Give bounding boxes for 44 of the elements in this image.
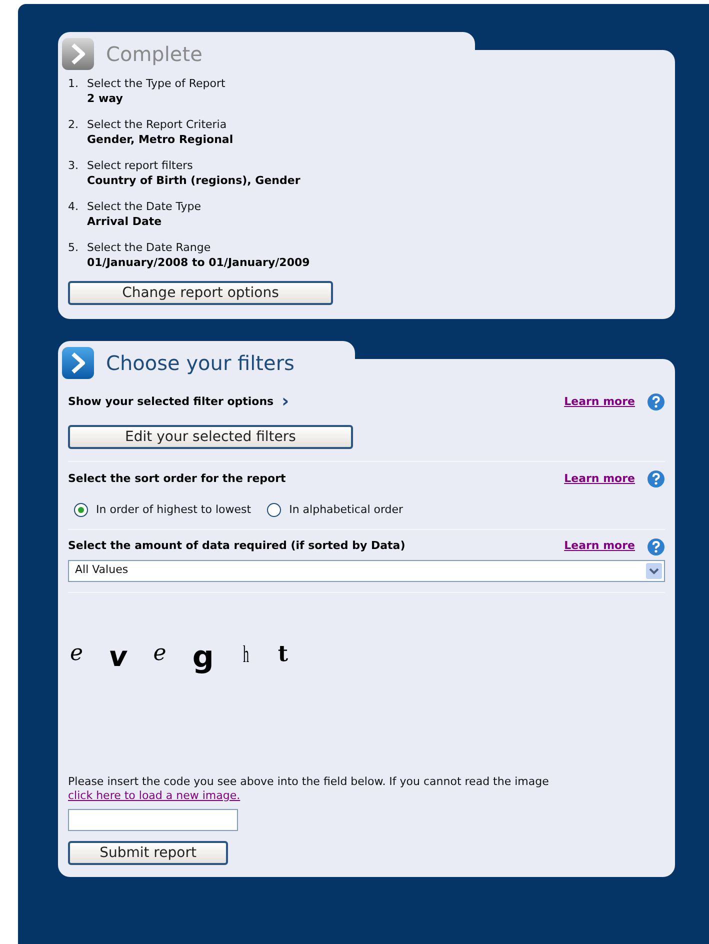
step-label: Select report filters (87, 158, 194, 173)
step-value: Country of Birth (regions), Gender (87, 173, 300, 188)
learn-more-link[interactable]: Learn more (564, 538, 635, 555)
step-label: Select the Report Criteria (87, 117, 228, 132)
captcha-letter: t (278, 642, 288, 664)
chevron-icon (62, 38, 94, 70)
radio-option[interactable]: In order of highest to lowest (74, 502, 252, 518)
step-number: 3. (68, 158, 80, 174)
step-label: Select the Date Range (87, 240, 212, 255)
button[interactable]: Edit your selected filters (68, 425, 353, 449)
step-value: 01/January/2008 to 01/January/2009 (87, 255, 310, 270)
step-number: 5. (68, 240, 80, 256)
dropdown[interactable]: All Values (68, 560, 665, 582)
captcha-letter: h (242, 642, 249, 666)
help-icon[interactable] (647, 393, 665, 411)
chevron-icon: › (282, 393, 290, 411)
captcha-letter: e (153, 642, 166, 664)
captcha-letter: v (108, 642, 129, 670)
captcha-letter: e (70, 642, 84, 664)
learn-more-link[interactable]: Learn more (564, 470, 635, 488)
section-title: Choose your filters (106, 350, 294, 377)
step-number: 1. (68, 76, 80, 92)
help-icon[interactable] (647, 470, 665, 488)
radio-option[interactable]: In alphabetical order (267, 502, 404, 518)
instructions-text: Please insert the code you see above into the field below. If you cannot read the image click here to load a new image. (68, 774, 550, 802)
help-icon[interactable] (647, 538, 665, 556)
section-heading: Show your selected filter options (68, 394, 274, 410)
step-label: Select the Date Type (87, 199, 202, 214)
captcha-letter: g (192, 642, 214, 672)
step-value: 2 way (87, 91, 124, 106)
chevron-icon (62, 347, 94, 379)
step-value: Gender, Metro Regional (87, 132, 234, 147)
button[interactable]: Submit report (68, 840, 228, 864)
code-input-field[interactable] (68, 808, 238, 830)
reload-image-link[interactable]: click here to load a new image. (68, 788, 240, 802)
button[interactable]: Change report options (68, 281, 333, 305)
section-heading: Select the sort order for the report (68, 470, 286, 487)
step-value: Arrival Date (87, 214, 163, 229)
section-heading: Select the amount of data required (if sorted by Data) (68, 538, 406, 554)
learn-more-link[interactable]: Learn more (564, 394, 635, 410)
step-label: Select the Type of Report (87, 76, 226, 91)
step-number: 4. (68, 199, 80, 215)
step-number: 2. (68, 117, 80, 133)
section-title: Complete (106, 41, 202, 68)
